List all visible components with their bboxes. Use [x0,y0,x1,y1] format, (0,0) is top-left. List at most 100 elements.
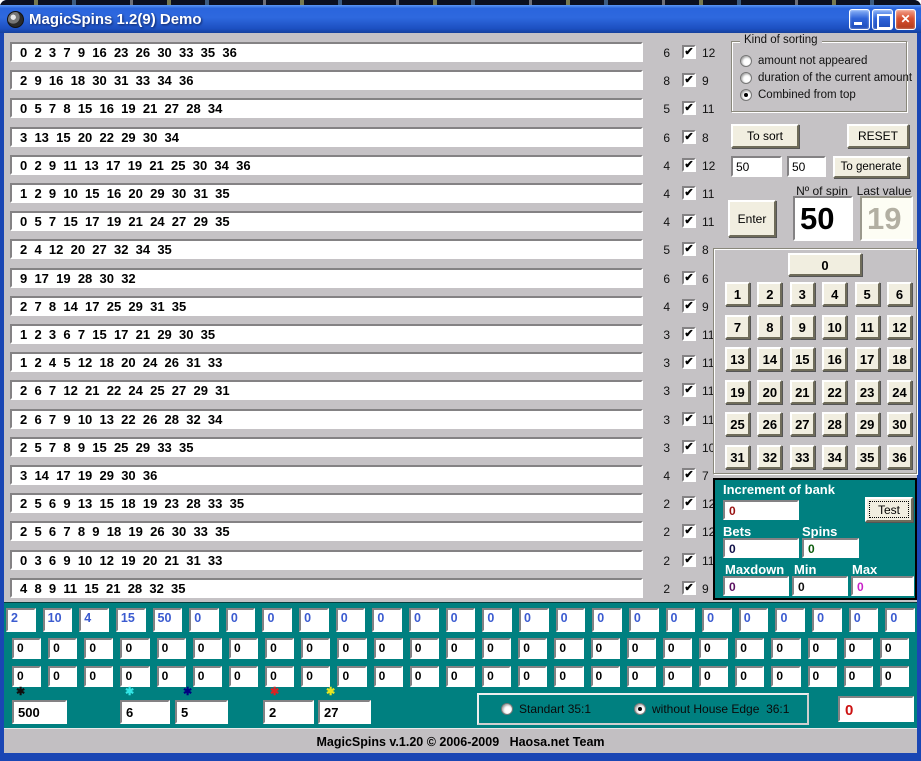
row-checkbox[interactable]: ✔ [682,214,696,228]
sequence-input[interactable]: 9 17 19 28 30 32 [10,268,643,288]
bet-cell[interactable]: 0 [193,666,222,687]
bet-cell[interactable]: 0 [336,608,366,632]
bet-cell[interactable]: 0 [666,608,696,632]
numpad-button-19[interactable]: 19 [725,380,750,404]
numpad-button-23[interactable]: 23 [855,380,880,404]
row-checkbox[interactable]: ✔ [682,242,696,256]
numpad-button-3[interactable]: 3 [790,282,815,306]
numpad-button-7[interactable]: 7 [725,315,750,339]
sequence-input[interactable]: 2 5 6 7 8 9 18 19 26 30 33 35 [10,521,643,541]
numpad-button-8[interactable]: 8 [757,315,782,339]
bet-cell[interactable]: 0 [808,638,837,659]
sequence-input[interactable]: 2 6 7 9 10 13 22 26 28 32 34 [10,409,643,429]
bet-cell[interactable]: 0 [880,638,909,659]
bet-cell[interactable]: 0 [48,638,77,659]
stake-input-3[interactable]: 2 [263,700,314,724]
bet-cell[interactable]: 0 [84,666,113,687]
stake-input-2[interactable]: 5 [175,700,228,724]
bet-cell[interactable]: 0 [849,608,879,632]
bet-cell[interactable]: 0 [409,608,439,632]
generate-count-input[interactable]: 50 [731,156,782,177]
bet-cell[interactable]: 0 [775,608,805,632]
bet-cell[interactable]: 0 [189,608,219,632]
payout-result-field[interactable]: 0 [838,696,914,722]
numpad-button-34[interactable]: 34 [822,445,847,469]
bet-cell[interactable]: 0 [699,638,728,659]
bets-field[interactable]: 0 [723,538,799,558]
stake-input-0[interactable]: 500 [12,700,67,724]
sequence-input[interactable]: 3 14 17 19 29 30 36 [10,465,643,485]
bet-cell[interactable]: 0 [518,638,547,659]
bet-cell[interactable]: 0 [265,666,294,687]
row-checkbox[interactable]: ✔ [682,299,696,313]
bet-cell[interactable]: 0 [157,638,186,659]
bet-cell[interactable]: 0 [193,638,222,659]
numpad-button-2[interactable]: 2 [757,282,782,306]
bet-cell[interactable]: 0 [885,608,915,632]
bet-cell[interactable]: 0 [812,608,842,632]
test-button[interactable]: Test [865,497,913,522]
bet-cell[interactable]: 0 [12,638,41,659]
bet-cell[interactable]: 0 [482,666,511,687]
reset-button[interactable]: RESET [847,124,909,148]
bet-cell[interactable]: 0 [157,666,186,687]
row-checkbox[interactable]: ✔ [682,412,696,426]
numpad-button-13[interactable]: 13 [725,347,750,371]
bet-cell[interactable]: 0 [844,638,873,659]
bet-cell[interactable]: 0 [299,608,329,632]
minimize-button[interactable] [849,9,870,30]
row-checkbox[interactable]: ✔ [682,327,696,341]
numpad-button-20[interactable]: 20 [757,380,782,404]
row-checkbox[interactable]: ✔ [682,101,696,115]
bet-cell[interactable]: 0 [699,666,728,687]
numpad-button-36[interactable]: 36 [887,445,912,469]
numpad-button-30[interactable]: 30 [887,412,912,436]
bet-cell[interactable]: 0 [446,666,475,687]
numpad-button-35[interactable]: 35 [855,445,880,469]
sequence-input[interactable]: 2 6 7 12 21 22 24 25 27 29 31 [10,380,643,400]
bet-cell[interactable]: 0 [84,638,113,659]
bet-cell[interactable]: 0 [739,608,769,632]
to-generate-button[interactable]: To generate [833,156,909,178]
numpad-button-18[interactable]: 18 [887,347,912,371]
sequence-input[interactable]: 3 13 15 20 22 29 30 34 [10,127,643,147]
maxdown-field[interactable]: 0 [723,576,789,596]
spins-field[interactable]: 0 [802,538,859,558]
bet-cell[interactable]: 0 [771,666,800,687]
numpad-button-14[interactable]: 14 [757,347,782,371]
to-sort-button[interactable]: To sort [731,124,799,148]
bet-cell[interactable]: 0 [702,608,732,632]
bet-cell[interactable]: 0 [410,638,439,659]
numpad-button-29[interactable]: 29 [855,412,880,436]
bet-cell[interactable]: 0 [374,638,403,659]
bet-cell[interactable]: 15 [116,608,146,632]
increment-field[interactable]: 0 [723,500,799,520]
numpad-button-4[interactable]: 4 [822,282,847,306]
sequence-input[interactable]: 1 2 3 6 7 15 17 21 29 30 35 [10,324,643,344]
sorting-option-2[interactable]: Combined from top [740,89,906,101]
numpad-button-12[interactable]: 12 [887,315,912,339]
sequence-input[interactable]: 2 9 16 18 30 31 33 34 36 [10,70,643,90]
bet-cell[interactable]: 0 [663,666,692,687]
radio-icon[interactable] [740,55,752,67]
row-checkbox[interactable]: ✔ [682,496,696,510]
numpad-button-0[interactable]: 0 [788,253,862,276]
bet-cell[interactable]: 0 [808,666,837,687]
maximize-button[interactable] [872,9,893,30]
row-checkbox[interactable]: ✔ [682,440,696,454]
bet-cell[interactable]: 0 [229,638,258,659]
bet-cell[interactable]: 0 [337,638,366,659]
row-checkbox[interactable]: ✔ [682,271,696,285]
bet-cell[interactable]: 0 [372,608,402,632]
row-checkbox[interactable]: ✔ [682,130,696,144]
numpad-button-25[interactable]: 25 [725,412,750,436]
row-checkbox[interactable]: ✔ [682,524,696,538]
sequence-input[interactable]: 4 8 9 11 15 21 28 32 35 [10,578,643,598]
bet-cell[interactable]: 0 [265,638,294,659]
sequence-input[interactable]: 0 5 7 8 15 16 19 21 27 28 34 [10,98,643,118]
sequence-input[interactable]: 2 5 6 9 13 15 18 19 23 28 33 35 [10,493,643,513]
numpad-button-17[interactable]: 17 [855,347,880,371]
row-checkbox[interactable]: ✔ [682,186,696,200]
row-checkbox[interactable]: ✔ [682,355,696,369]
bet-cell[interactable]: 0 [663,638,692,659]
